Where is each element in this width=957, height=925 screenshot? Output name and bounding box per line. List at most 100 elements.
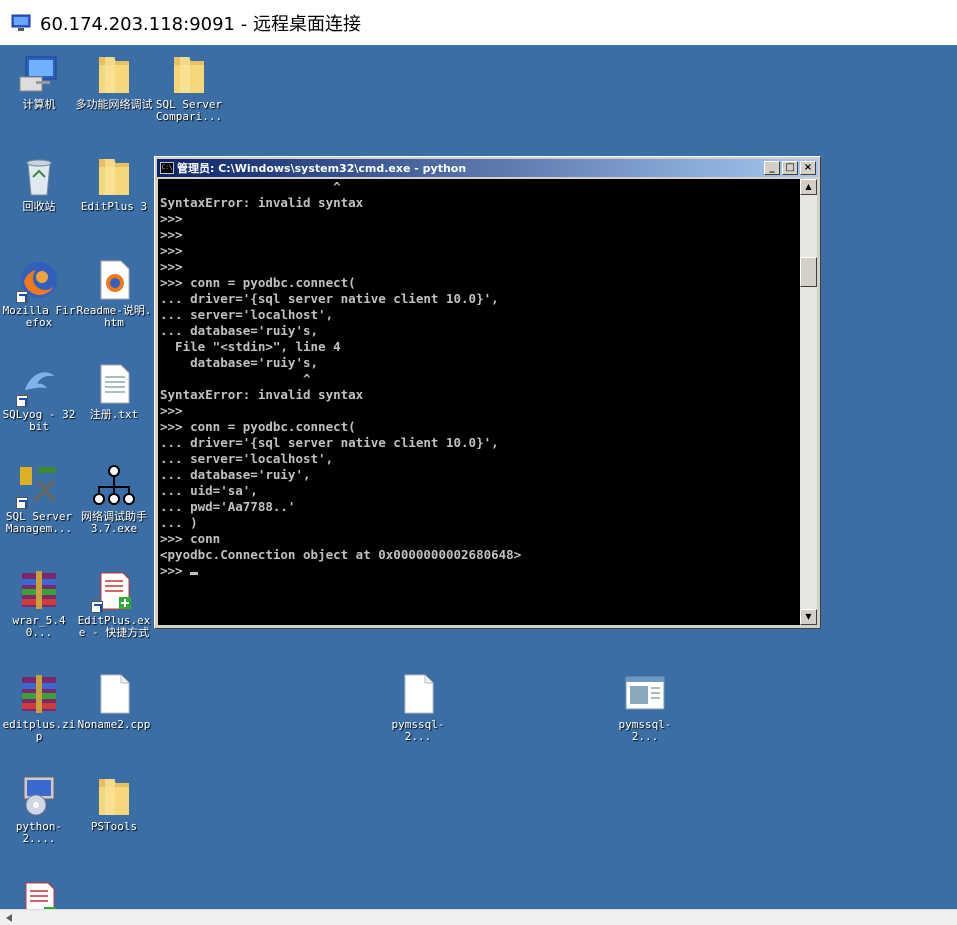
- desktop-icon-label: python-2....: [15, 820, 63, 845]
- shortcut-arrow-icon: [16, 395, 28, 407]
- scroll-left-icon[interactable]: [6, 914, 12, 922]
- cmd-icon: C:\: [160, 162, 174, 174]
- cmd-body[interactable]: ^ SyntaxError: invalid syntax >>> >>> >>> >>>…: [158, 179, 817, 625]
- desktop-icon-noname2[interactable]: Noname2.cpp: [75, 671, 153, 731]
- console-line: ... pwd='Aa7788..': [160, 499, 296, 514]
- sql-tools-icon: [16, 463, 62, 509]
- desktop-icon-label: Noname2.cpp: [77, 718, 151, 731]
- console-output[interactable]: ^ SyntaxError: invalid syntax >>> >>> >>> >>>…: [158, 179, 800, 625]
- console-line: ^: [160, 179, 341, 194]
- desktop-icon-label: wrar_5.40...: [12, 614, 66, 639]
- console-line: ... database='ruiy's,: [160, 323, 319, 338]
- console-line: ... uid='sa',: [160, 483, 258, 498]
- console-line: SyntaxError: invalid syntax: [160, 387, 364, 402]
- desktop-icon-register-txt[interactable]: 注册.txt: [75, 361, 153, 421]
- cmd-title-bar[interactable]: C:\ 管理员: C:\Windows\system32\cmd.exe - p…: [157, 159, 818, 177]
- firefox-document-icon: [91, 257, 137, 303]
- desktop-icon-network-debug-folder[interactable]: 多功能网络调试: [75, 51, 153, 111]
- desktop-icon-readme[interactable]: Readme-说明.htm: [75, 257, 153, 329]
- desktop-icon-label: SQL Server Compari...: [155, 98, 223, 123]
- console-line: >>> conn: [160, 531, 221, 546]
- cmd-vertical-scrollbar[interactable]: ▲ ▼: [800, 179, 817, 625]
- desktop-icon-label: 多功能网络调试: [75, 98, 153, 111]
- console-line: File "<stdin>", line 4: [160, 339, 341, 354]
- desktop-icon-wrar[interactable]: wrar_5.40...: [0, 567, 78, 639]
- desktop-icon-label: Mozilla Firefox: [2, 304, 76, 329]
- scroll-up-icon[interactable]: ▲: [800, 179, 817, 195]
- rdp-window-title: 60.174.203.118:9091 - 远程桌面连接: [40, 13, 361, 35]
- console-line: <pyodbc.Connection object at 0x000000000…: [160, 547, 522, 562]
- minimize-button[interactable]: _: [764, 161, 780, 175]
- desktop-icon-editplus-shortcut[interactable]: EditPlus.exe - 快捷方式: [75, 567, 153, 639]
- console-line: ... ): [160, 515, 198, 530]
- desktop-icon-label: SQL Server Managem...: [5, 510, 73, 535]
- scrollbar-thumb[interactable]: [800, 257, 817, 287]
- desktop-icon-label: 计算机: [22, 98, 56, 111]
- console-line: ... server='localhost',: [160, 451, 334, 466]
- desktop-icon-network-assistant[interactable]: 网络调试助手3.7.exe: [75, 463, 153, 535]
- winrar-icon: [16, 567, 62, 613]
- rdp-horizontal-scrollbar[interactable]: [0, 909, 957, 925]
- desktop-icon-pymssql-1[interactable]: pymssql-2...: [379, 671, 457, 743]
- console-line: ... driver='{sql server native client 10…: [160, 435, 499, 450]
- desktop-icon-label: EditPlus.exe - 快捷方式: [77, 614, 151, 639]
- console-line: >>>: [160, 563, 800, 579]
- desktop-icon-label: SQLyog - 32 bit: [2, 408, 76, 433]
- text-file-icon: [91, 361, 137, 407]
- console-line: >>>: [160, 211, 183, 226]
- desktop-icon-label: editplus.zip: [2, 718, 76, 743]
- firefox-icon: [16, 257, 62, 303]
- desktop-icon-editplus-zip[interactable]: editplus.zip: [0, 671, 78, 743]
- console-line: >>> conn = pyodbc.connect(: [160, 419, 356, 434]
- desktop-icon-pymssql-2[interactable]: pymssql-2...: [606, 671, 684, 743]
- console-line: SyntaxError: invalid syntax: [160, 195, 364, 210]
- desktop-icon-label: Readme-说明.htm: [76, 304, 152, 329]
- editplus-icon: [16, 877, 62, 909]
- desktop-icon-sql-server-management[interactable]: SQL Server Managem...: [0, 463, 78, 535]
- console-line: >>>: [160, 403, 183, 418]
- editplus-icon: [91, 567, 137, 613]
- folder-icon: [166, 51, 212, 97]
- console-line: ... database='ruiy',: [160, 467, 311, 482]
- console-line: ^: [160, 371, 311, 386]
- cmd-window[interactable]: C:\ 管理员: C:\Windows\system32\cmd.exe - p…: [154, 156, 821, 629]
- desktop-icon-sqlyog[interactable]: SQLyog - 32 bit: [0, 361, 78, 433]
- maximize-button[interactable]: □: [782, 161, 798, 175]
- computer-icon: [16, 51, 62, 97]
- network-nodes-icon: [91, 463, 137, 509]
- desktop-icon-label: PSTools: [90, 820, 138, 833]
- desktop-icon-label: 注册.txt: [89, 408, 139, 421]
- desktop-icon-partial[interactable]: [0, 877, 78, 909]
- desktop-icon-editplus3[interactable]: EditPlus 3: [75, 153, 153, 213]
- python-installer-icon: [16, 773, 62, 819]
- desktop-icon-label: 回收站: [22, 200, 56, 213]
- folder-icon: [91, 153, 137, 199]
- desktop-icon-sql-server-compari[interactable]: SQL Server Compari...: [150, 51, 228, 123]
- installer-window-icon: [622, 671, 668, 717]
- console-line: >>> conn = pyodbc.connect(: [160, 275, 356, 290]
- scroll-down-icon[interactable]: ▼: [800, 609, 817, 625]
- console-line: database='ruiy's,: [160, 355, 319, 370]
- cmd-window-title: 管理员: C:\Windows\system32\cmd.exe - pytho…: [177, 162, 467, 175]
- folder-icon: [91, 51, 137, 97]
- desktop-icon-python[interactable]: python-2....: [0, 773, 78, 845]
- console-line: >>>: [160, 227, 183, 242]
- recycle-bin-icon: [16, 153, 62, 199]
- desktop-icon-pstools[interactable]: PSTools: [75, 773, 153, 833]
- console-line: ... server='localhost',: [160, 307, 334, 322]
- dolphin-icon: [16, 361, 62, 407]
- desktop-icon-recycle-bin[interactable]: 回收站: [0, 153, 78, 213]
- close-button[interactable]: ×: [800, 161, 816, 175]
- blank-file-icon: [91, 671, 137, 717]
- desktop-icon-label: pymssql-2...: [618, 718, 672, 743]
- console-line: ... driver='{sql server native client 10…: [160, 291, 499, 306]
- desktop-icon-firefox[interactable]: Mozilla Firefox: [0, 257, 78, 329]
- winrar-icon: [16, 671, 62, 717]
- blank-file-icon: [395, 671, 441, 717]
- shortcut-arrow-icon: [16, 291, 28, 303]
- desktop-icon-label: EditPlus 3: [80, 200, 148, 213]
- remote-desktop-icon: [11, 14, 31, 31]
- rdp-title-bar[interactable]: 60.174.203.118:9091 - 远程桌面连接: [0, 0, 957, 45]
- desktop-icon-label: pymssql-2...: [391, 718, 445, 743]
- desktop-icon-computer[interactable]: 计算机: [0, 51, 78, 111]
